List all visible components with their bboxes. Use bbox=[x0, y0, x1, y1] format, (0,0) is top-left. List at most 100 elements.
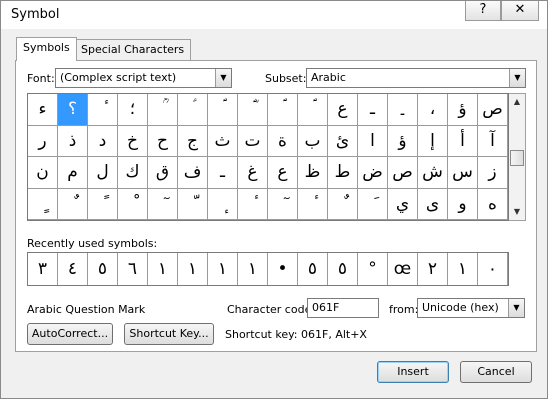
symbol-cell[interactable]: ؐ bbox=[208, 94, 238, 126]
symbol-cell[interactable]: ٓ bbox=[268, 188, 298, 220]
symbol-cell[interactable]: ّ bbox=[178, 188, 208, 220]
symbol-cell[interactable]: ض bbox=[358, 157, 388, 189]
symbol-cell[interactable]: ٌ bbox=[328, 188, 358, 220]
symbol-cell[interactable]: ؐ bbox=[268, 94, 298, 126]
recent-symbol-cell[interactable]: ٢ bbox=[418, 253, 448, 285]
scroll-down-arrow-icon[interactable]: ▼ bbox=[509, 204, 525, 220]
symbol-cell[interactable]: ر bbox=[28, 125, 58, 157]
character-code-input[interactable]: 061F bbox=[307, 298, 379, 318]
symbol-cell[interactable]: ٍ bbox=[28, 188, 58, 220]
recent-symbol-cell[interactable]: ٤ bbox=[58, 253, 88, 285]
symbol-cell[interactable]: ل bbox=[88, 157, 118, 189]
chevron-down-icon: ▼ bbox=[508, 299, 524, 317]
shortcut-key-button[interactable]: Shortcut Key... bbox=[124, 323, 214, 345]
recent-symbol-cell[interactable]: ١ bbox=[448, 253, 478, 285]
symbol-cell[interactable]: ؟ bbox=[58, 94, 88, 126]
scroll-up-arrow-icon[interactable]: ▲ bbox=[509, 94, 525, 110]
recent-symbol-cell[interactable]: ١ bbox=[208, 253, 238, 285]
recent-symbol-cell[interactable]: œ bbox=[388, 253, 418, 285]
symbol-cell[interactable]: ذ bbox=[58, 125, 88, 157]
symbol-cell[interactable]: ـ bbox=[208, 157, 238, 189]
symbol-cell[interactable]: ص bbox=[478, 94, 508, 126]
symbol-grid-scrollbar[interactable]: ▲ ▼ bbox=[509, 93, 526, 221]
recent-symbol-cell[interactable]: ° bbox=[358, 253, 388, 285]
subset-select[interactable]: Arabic ▼ bbox=[306, 68, 526, 88]
symbol-cell[interactable]: ؓ bbox=[238, 94, 268, 126]
symbol-cell[interactable]: ة bbox=[268, 125, 298, 157]
symbol-cell[interactable]: ؤ bbox=[388, 125, 418, 157]
font-label: Font: bbox=[27, 72, 55, 85]
symbol-cell[interactable]: ً bbox=[88, 188, 118, 220]
symbol-cell[interactable]: و bbox=[448, 188, 478, 220]
recent-symbol-cell[interactable]: ٥ bbox=[298, 253, 328, 285]
symbol-cell[interactable]: أ bbox=[448, 125, 478, 157]
symbol-cell[interactable]: ب bbox=[298, 125, 328, 157]
recent-symbol-cell[interactable]: ٥ bbox=[328, 253, 358, 285]
symbol-cell[interactable]: ٔ bbox=[298, 188, 328, 220]
symbol-cell[interactable]: ، bbox=[418, 94, 448, 126]
symbol-cell[interactable]: م bbox=[58, 157, 88, 189]
symbol-cell[interactable]: ش bbox=[418, 157, 448, 189]
symbol-cell[interactable]: ؒ bbox=[148, 94, 178, 126]
symbol-cell[interactable]: س bbox=[448, 157, 478, 189]
symbol-cell[interactable]: ق bbox=[148, 157, 178, 189]
symbol-cell[interactable]: ۔ bbox=[388, 94, 418, 126]
scroll-thumb[interactable] bbox=[510, 150, 524, 166]
symbol-cell[interactable]: ـ bbox=[358, 94, 388, 126]
font-select[interactable]: (Complex script text) ▼ bbox=[55, 68, 232, 88]
symbol-cell[interactable]: َ bbox=[358, 188, 388, 220]
insert-button[interactable]: Insert bbox=[377, 361, 449, 383]
symbol-cell[interactable]: ك bbox=[118, 157, 148, 189]
symbol-cell[interactable]: ص bbox=[388, 157, 418, 189]
symbol-cell[interactable]: ؤ bbox=[448, 94, 478, 126]
tab-special-characters-label: Special Characters bbox=[81, 43, 185, 56]
symbol-cell[interactable]: ن bbox=[28, 157, 58, 189]
symbol-cell[interactable]: ع bbox=[328, 94, 358, 126]
recent-symbol-cell[interactable]: • bbox=[268, 253, 298, 285]
from-select[interactable]: Unicode (hex) ▼ bbox=[417, 298, 525, 318]
symbol-cell[interactable]: آ bbox=[478, 125, 508, 157]
symbol-cell[interactable]: ٔ bbox=[238, 188, 268, 220]
help-button[interactable]: ? bbox=[465, 1, 501, 21]
symbol-cell[interactable]: ئ bbox=[328, 125, 358, 157]
symbol-cell[interactable]: ث bbox=[208, 125, 238, 157]
tab-symbols[interactable]: Symbols bbox=[16, 37, 77, 61]
symbol-cell[interactable]: ى bbox=[418, 188, 448, 220]
symbol-cell[interactable]: غ bbox=[238, 157, 268, 189]
symbol-cell[interactable]: د bbox=[88, 125, 118, 157]
font-select-value: (Complex script text) bbox=[60, 71, 177, 84]
recent-symbol-cell[interactable]: ١ bbox=[148, 253, 178, 285]
symbol-cell[interactable]: ظ bbox=[298, 157, 328, 189]
symbol-cell[interactable]: ؐ bbox=[298, 94, 328, 126]
recent-symbol-cell[interactable]: ٣ bbox=[28, 253, 58, 285]
symbol-cell[interactable]: ٌ bbox=[58, 188, 88, 220]
symbol-cell[interactable]: ه bbox=[478, 188, 508, 220]
symbol-cell[interactable]: ي bbox=[388, 188, 418, 220]
recent-symbol-cell[interactable]: ٦ bbox=[118, 253, 148, 285]
recent-symbol-cell[interactable]: ٥ bbox=[88, 253, 118, 285]
symbol-cell[interactable]: ع bbox=[268, 157, 298, 189]
tab-special-characters[interactable]: Special Characters bbox=[74, 39, 192, 61]
symbol-cell[interactable]: ْ bbox=[118, 188, 148, 220]
symbol-cell[interactable]: ؛ bbox=[118, 94, 148, 126]
close-button[interactable]: ✕ bbox=[501, 1, 539, 21]
autocorrect-button[interactable]: AutoCorrect... bbox=[27, 323, 113, 345]
symbol-cell[interactable]: ٓ bbox=[148, 188, 178, 220]
recent-symbol-cell[interactable]: ١ bbox=[178, 253, 208, 285]
symbol-cell[interactable]: ج bbox=[178, 125, 208, 157]
symbol-cell[interactable]: ت bbox=[238, 125, 268, 157]
symbol-cell[interactable]: ؑ bbox=[178, 94, 208, 126]
symbol-cell[interactable]: ح bbox=[148, 125, 178, 157]
recent-symbol-cell[interactable]: ١ bbox=[238, 253, 268, 285]
cancel-button[interactable]: Cancel bbox=[460, 361, 532, 383]
symbol-cell[interactable]: إ bbox=[418, 125, 448, 157]
symbol-cell[interactable]: ط bbox=[328, 157, 358, 189]
symbol-cell[interactable]: ء bbox=[28, 94, 58, 126]
symbol-cell[interactable]: ٕ bbox=[208, 188, 238, 220]
symbol-cell[interactable]: خ bbox=[118, 125, 148, 157]
symbol-cell[interactable]: ا bbox=[358, 125, 388, 157]
symbol-cell[interactable]: ز bbox=[478, 157, 508, 189]
recent-symbol-cell[interactable]: ٠ bbox=[478, 253, 508, 285]
symbol-cell[interactable]: ٔ bbox=[88, 94, 118, 126]
symbol-cell[interactable]: ف bbox=[178, 157, 208, 189]
